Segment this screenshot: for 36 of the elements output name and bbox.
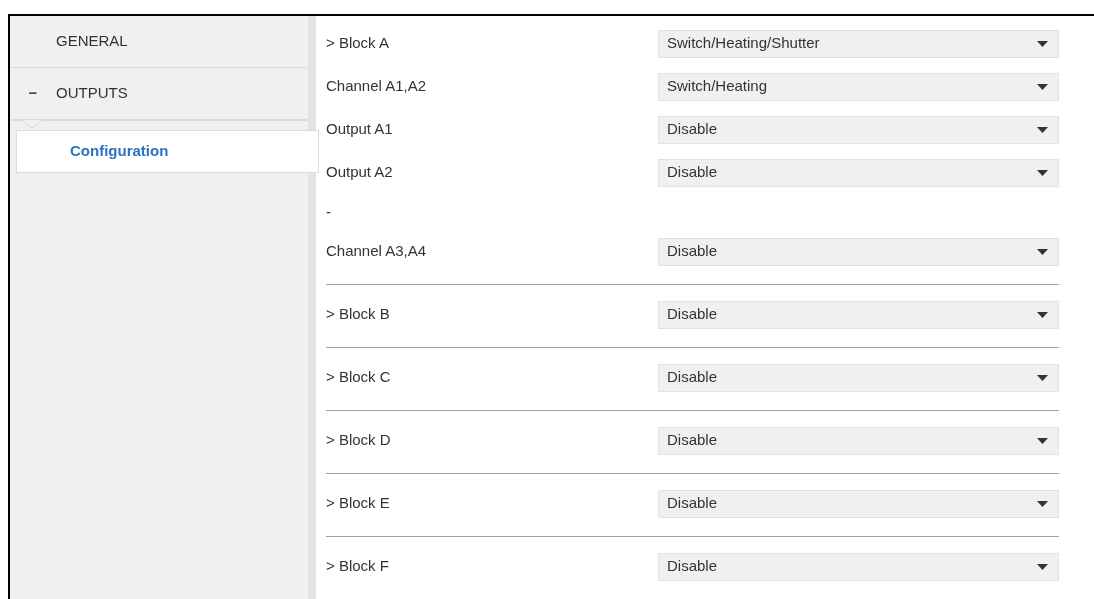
caret-icon: [1037, 248, 1048, 255]
splitter-bar[interactable]: [308, 16, 316, 599]
dropdown[interactable]: Disable: [658, 552, 1059, 581]
dropdown[interactable]: Disable: [658, 300, 1059, 329]
caret-icon: [1037, 374, 1048, 381]
dropdown[interactable]: Disable: [658, 426, 1059, 455]
field-label: > Block E: [326, 493, 391, 514]
sidebar-item[interactable]: Configuration: [16, 130, 319, 173]
caret-icon: [1037, 563, 1048, 570]
sidebar-item[interactable]: GENERAL: [56, 30, 128, 53]
caret-icon: [1037, 500, 1048, 507]
dropdown[interactable]: Disable: [658, 158, 1059, 187]
caret-icon: [1037, 311, 1048, 318]
caret-icon: [1037, 83, 1048, 90]
field-label: > Block D: [326, 430, 392, 451]
field-label: Channel A3,A4: [326, 241, 428, 262]
caret-icon: [1037, 126, 1048, 133]
field-label: Output A2: [326, 162, 394, 183]
caret-icon: [1037, 437, 1048, 444]
dropdown[interactable]: Disable: [658, 237, 1059, 266]
field-label: Channel A1,A2: [326, 76, 428, 97]
field-label: > Block C: [326, 367, 392, 388]
field-label: > Block B: [326, 304, 391, 325]
field-label: > Block A: [326, 33, 390, 54]
dropdown[interactable]: Disable: [658, 115, 1059, 144]
separator-text: -: [326, 201, 331, 222]
sidebar-item[interactable]: OUTPUTS: [56, 82, 128, 105]
caret-icon: [1037, 40, 1048, 47]
dropdown[interactable]: Disable: [658, 489, 1059, 518]
dropdown[interactable]: Disable: [658, 363, 1059, 392]
caret-icon: [1037, 169, 1048, 176]
collapse-toggle[interactable]: −: [28, 82, 38, 105]
field-label: > Block F: [326, 556, 390, 577]
dropdown[interactable]: Switch/Heating: [658, 72, 1059, 101]
dropdown[interactable]: Switch/Heating/Shutter: [658, 29, 1059, 58]
field-label: Output A1: [326, 119, 394, 140]
